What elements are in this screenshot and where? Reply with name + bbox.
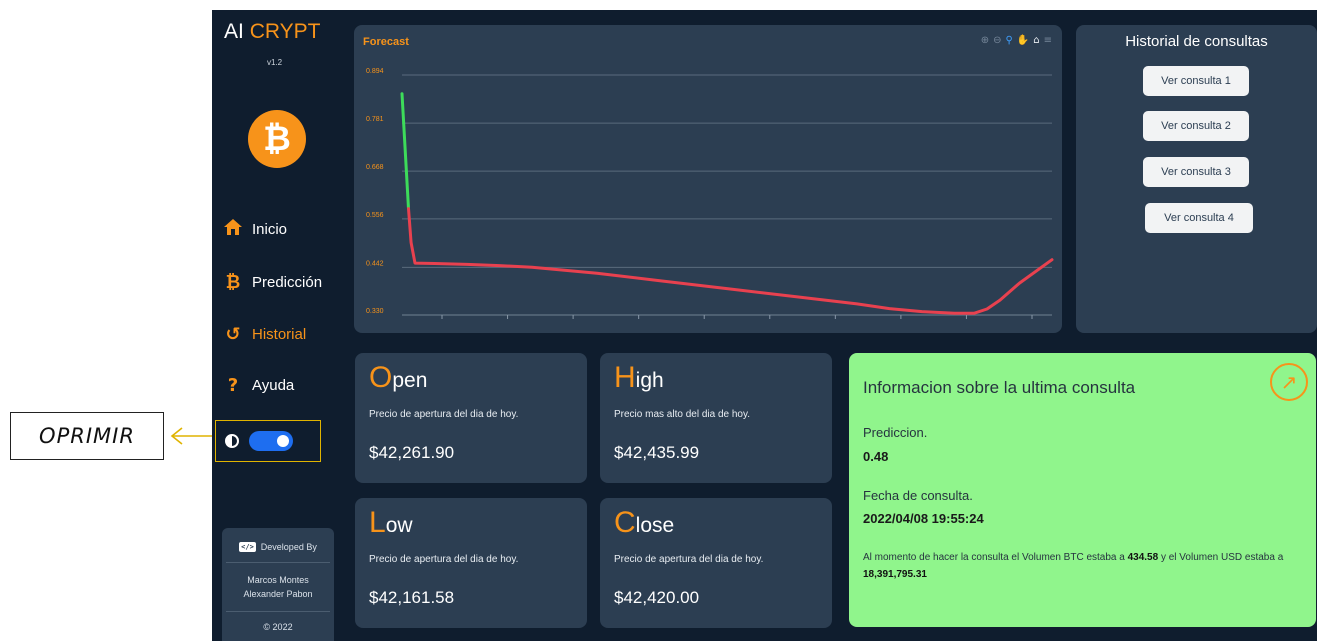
- sidebar-item-inicio[interactable]: Inicio: [222, 218, 287, 241]
- view-query-3-button[interactable]: Ver consulta 3: [1143, 157, 1249, 187]
- sidebar-item-label: Historial: [252, 326, 307, 343]
- view-query-4-button[interactable]: Ver consulta 4: [1145, 203, 1253, 233]
- close-price-value: $42,420.00: [614, 588, 700, 607]
- sidebar-item-ayuda[interactable]: ? Ayuda: [222, 375, 295, 396]
- history-icon: ↺: [225, 324, 241, 345]
- view-query-2-button[interactable]: Ver consulta 2: [1143, 111, 1249, 141]
- y-tick-label: 0.330: [366, 308, 384, 315]
- app-window: AI CRYPT v1.2 ₿ Inicio ₿ Predicción ↺ Hi…: [212, 10, 1317, 641]
- divider: [226, 562, 330, 563]
- developer-name: Alexander Pabon: [243, 589, 313, 599]
- card-description: Precio de apertura del dia de hoy.: [369, 409, 519, 420]
- card-title: Open: [369, 361, 428, 394]
- card-title: Low: [369, 506, 413, 539]
- low-price-card: Low Precio de apertura del dia de hoy. $…: [355, 498, 587, 628]
- developer-label: Developed By: [260, 542, 317, 552]
- home-icon: [222, 218, 244, 241]
- btc-volume: 434.58: [1127, 552, 1159, 563]
- annotation-arrow-icon: [170, 427, 216, 445]
- annotation-label: OPRIMIR: [39, 424, 135, 448]
- sidebar-item-historial[interactable]: ↺ Historial: [222, 324, 306, 345]
- y-tick-label: 0.556: [366, 212, 384, 219]
- view-query-1-button[interactable]: Ver consulta 1: [1143, 66, 1249, 96]
- developer-name: Marcos Montes: [247, 575, 309, 585]
- prediction-value: 0.48: [863, 449, 889, 464]
- y-tick-label: 0.781: [366, 116, 384, 123]
- info-title: Informacion sobre la ultima consulta: [863, 378, 1136, 397]
- prediction-label: Prediccion.: [863, 425, 928, 440]
- developer-header: </> Developed By: [222, 528, 334, 552]
- developer-card: </> Developed By Marcos Montes Alexander…: [222, 528, 334, 641]
- brand-title: AI CRYPT: [224, 20, 321, 43]
- question-icon: ?: [227, 375, 239, 396]
- sidebar-item-prediccion[interactable]: ₿ Predicción: [222, 272, 322, 293]
- open-price-value: $42,261.90: [369, 443, 455, 462]
- external-link-icon[interactable]: ↗: [1270, 363, 1308, 401]
- divider: [226, 611, 330, 612]
- last-query-info-panel: Informacion sobre la ultima consulta ↗ P…: [849, 353, 1316, 627]
- sidebar-item-label: Ayuda: [252, 377, 295, 394]
- query-date-label: Fecha de consulta.: [863, 488, 973, 503]
- high-price-value: $42,435.99: [614, 443, 700, 462]
- bitcoin-icon: ₿: [225, 272, 241, 293]
- copyright-year: © 2022: [263, 622, 293, 632]
- open-price-card: Open Precio de apertura del dia de hoy. …: [355, 353, 587, 483]
- card-description: Precio de apertura del dia de hoy.: [369, 554, 519, 565]
- theme-toggle-highlight: [215, 420, 321, 462]
- sidebar-item-label: Inicio: [252, 221, 288, 238]
- volume-note: Al momento de hacer la consulta el Volum…: [863, 552, 1284, 580]
- forecast-series-line: [407, 207, 1054, 315]
- card-description: Precio de apertura del dia de hoy.: [614, 554, 764, 565]
- history-title: Historial de consultas: [1125, 33, 1268, 50]
- card-description: Precio mas alto del dia de hoy.: [614, 409, 751, 420]
- forecast-series-line: [400, 92, 410, 211]
- code-icon: </>: [239, 542, 256, 552]
- usd-volume: 18,391,795.31: [863, 569, 927, 580]
- sidebar: AI CRYPT v1.2 ₿ Inicio ₿ Predicción ↺ Hi…: [212, 10, 342, 641]
- forecast-chart: 0.894 0.781 0.668 0.556 0.442 0.330: [366, 68, 1054, 319]
- theme-toggle-switch[interactable]: [249, 431, 293, 451]
- contrast-icon: [225, 434, 239, 448]
- card-title: Close: [614, 506, 675, 539]
- close-price-card: Close Precio de apertura del dia de hoy.…: [600, 498, 832, 628]
- forecast-chart-panel: Forecast ⊕ ⊖ ⚲ ✋ ⌂ ≡ 0.894 0.781 0.668 0.55…: [354, 25, 1062, 333]
- y-tick-label: 0.668: [366, 164, 384, 171]
- query-date-value: 2022/04/08 19:55:24: [863, 511, 984, 526]
- bitcoin-icon: ₿: [248, 110, 306, 168]
- toggle-knob: [277, 435, 289, 447]
- annotation-callout: OPRIMIR: [10, 412, 164, 460]
- y-tick-label: 0.894: [366, 68, 384, 75]
- sidebar-item-label: Predicción: [252, 274, 323, 291]
- low-price-value: $42,161.58: [369, 588, 455, 607]
- history-panel: Historial de consultas Ver consulta 1 Ve…: [1076, 25, 1317, 333]
- card-title: High: [614, 361, 664, 394]
- version-label: v1.2: [267, 58, 283, 67]
- y-tick-label: 0.442: [366, 260, 384, 267]
- high-price-card: High Precio mas alto del dia de hoy. $42…: [600, 353, 832, 483]
